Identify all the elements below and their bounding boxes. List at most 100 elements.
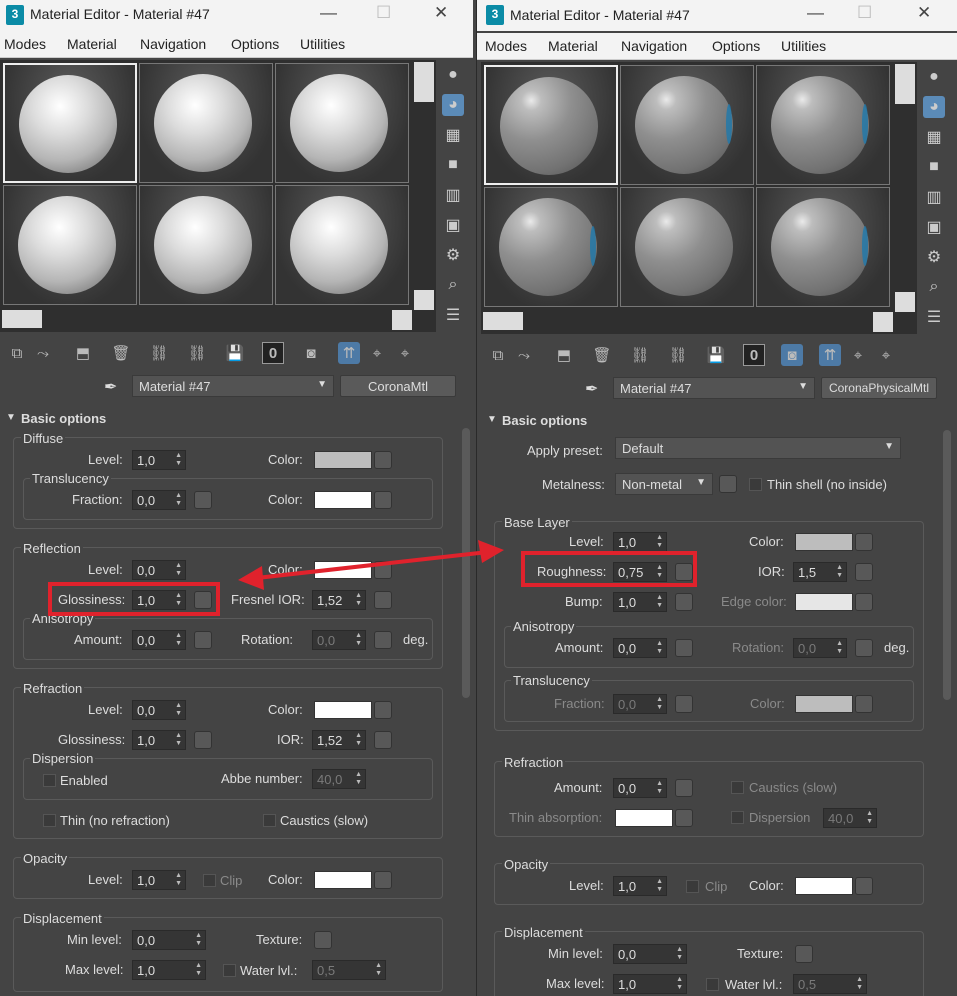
map-button[interactable] — [194, 731, 212, 749]
amount-spinner[interactable]: 0,0 ▲ ▼ — [613, 638, 667, 658]
spinner-arrows-icon[interactable]: ▲ ▼ — [175, 452, 182, 468]
assign-to-selection-icon[interactable]: ⬒ — [72, 342, 94, 364]
map-button[interactable] — [374, 701, 392, 719]
options-icon[interactable]: ⚙ — [442, 244, 464, 266]
thin-checkbox[interactable] — [43, 814, 56, 827]
put-to-scene-icon[interactable]: ⤳ — [32, 342, 54, 364]
panel-scrollbar[interactable] — [943, 430, 951, 700]
map-button[interactable] — [374, 591, 392, 609]
map-button[interactable] — [194, 491, 212, 509]
map-button[interactable] — [675, 639, 693, 657]
video-color-check-icon[interactable]: ▥ — [442, 184, 464, 206]
eyedropper-icon[interactable]: ✒ — [585, 379, 598, 399]
glossiness-spinner[interactable]: 1,0 ▲ ▼ — [132, 730, 186, 750]
max-level-spinner[interactable]: 1,0 ▲ ▼ — [613, 974, 687, 994]
min-level-spinner[interactable]: 0,0 ▲ ▼ — [613, 944, 687, 964]
spinner-arrows-icon[interactable]: ▲ ▼ — [355, 592, 362, 608]
get-material-icon[interactable]: ⧉ — [487, 344, 509, 366]
slot-scrollbar-v[interactable] — [895, 64, 915, 104]
make-preview-icon[interactable]: ▣ — [442, 214, 464, 236]
water-level-spinner[interactable]: 0,5 ▲ ▼ — [793, 974, 867, 994]
slot-scrollbar-h[interactable] — [2, 310, 42, 328]
maximize-icon[interactable]: ☐ — [857, 3, 872, 23]
sample-slot[interactable] — [756, 187, 890, 307]
color-swatch[interactable] — [314, 701, 372, 719]
assign-to-selection-icon[interactable]: ⬒ — [553, 344, 575, 366]
level-spinner[interactable]: 1,0 ▲ ▼ — [132, 450, 186, 470]
bump-spinner[interactable]: 1,0 ▲ ▼ — [613, 592, 667, 612]
ior-spinner[interactable]: 1,52 ▲ ▼ — [312, 730, 366, 750]
menu-navigation[interactable]: Navigation — [140, 36, 206, 52]
spinner-arrows-icon[interactable]: ▲ ▼ — [676, 946, 683, 962]
thin-shell-checkbox[interactable] — [749, 478, 762, 491]
show-in-viewport-icon[interactable]: ◙ — [300, 342, 322, 364]
spinner-arrows-icon[interactable]: ▲ ▼ — [175, 492, 182, 508]
spinner-arrows-icon[interactable]: ▲ ▼ — [656, 534, 663, 550]
thin-absorption-swatch[interactable] — [615, 809, 673, 827]
sample-slot[interactable] — [756, 65, 890, 185]
close-icon[interactable]: ✕ — [434, 3, 448, 23]
uv-tiling-icon[interactable]: ■ — [923, 156, 945, 178]
map-button[interactable] — [374, 451, 392, 469]
amount-spinner[interactable]: 0,0 ▲ ▼ — [613, 778, 667, 798]
eyedropper-icon[interactable]: ✒ — [104, 377, 117, 397]
uv-tiling-icon[interactable]: ■ — [442, 154, 464, 176]
go-to-parent-icon[interactable]: ⌖ — [366, 342, 388, 364]
menu-material[interactable]: Material — [548, 38, 598, 54]
spinner-arrows-icon[interactable]: ▲ ▼ — [175, 872, 182, 888]
spinner-arrows-icon[interactable]: ▲ ▼ — [195, 962, 202, 978]
dispersion-spinner[interactable]: 40,0 ▲ ▼ — [823, 808, 877, 828]
enabled-checkbox[interactable] — [43, 774, 56, 787]
map-button[interactable] — [855, 533, 873, 551]
material-name-field[interactable]: Material #47 ▼ — [613, 377, 815, 399]
material-type-button[interactable]: CoronaPhysicalMtl — [821, 377, 937, 399]
collapse-icon[interactable]: ▼ — [6, 412, 16, 423]
min-level-spinner[interactable]: 0,0 ▲ ▼ — [132, 930, 206, 950]
material-name-field[interactable]: Material #47 ▼ — [132, 375, 334, 397]
spinner-arrows-icon[interactable]: ▲ ▼ — [856, 976, 863, 992]
go-to-parent-icon[interactable]: ⌖ — [847, 344, 869, 366]
rotation-spinner[interactable]: 0,0 ▲ ▼ — [312, 630, 366, 650]
ior-spinner[interactable]: 1,5 ▲ ▼ — [793, 562, 847, 582]
map-button[interactable] — [374, 631, 392, 649]
color-swatch[interactable] — [314, 491, 372, 509]
maximize-icon[interactable]: ☐ — [376, 3, 391, 23]
select-by-material-icon[interactable]: ⌕ — [923, 276, 945, 298]
level-spinner[interactable]: 0,0 ▲ ▼ — [132, 700, 186, 720]
sample-slot[interactable] — [3, 185, 137, 305]
material-navigator-icon[interactable]: ☰ — [923, 306, 945, 328]
amount-spinner[interactable]: 0,0 ▲ ▼ — [132, 630, 186, 650]
max-level-spinner[interactable]: 1,0 ▲ ▼ — [132, 960, 206, 980]
options-icon[interactable]: ⚙ — [923, 246, 945, 268]
caustics-checkbox[interactable] — [731, 781, 744, 794]
spinner-arrows-icon[interactable]: ▲ ▼ — [355, 632, 362, 648]
spinner-arrows-icon[interactable]: ▲ ▼ — [836, 564, 843, 580]
slot-scrollbar-v[interactable] — [414, 62, 434, 102]
water-level-checkbox[interactable] — [223, 964, 236, 977]
rotation-spinner[interactable]: 0,0 ▲ ▼ — [793, 638, 847, 658]
rollout-title[interactable]: Basic options — [21, 411, 106, 426]
map-button[interactable] — [194, 631, 212, 649]
go-forward-sibling-icon[interactable]: ⌖ — [875, 344, 897, 366]
map-button[interactable] — [374, 871, 392, 889]
level-spinner[interactable]: 1,0 ▲ ▼ — [613, 532, 667, 552]
water-level-checkbox[interactable] — [706, 978, 719, 991]
fraction-spinner[interactable]: 0,0 ▲ ▼ — [132, 490, 186, 510]
delete-icon[interactable]: 🗑 — [591, 344, 613, 366]
map-button[interactable] — [855, 639, 873, 657]
level-spinner[interactable]: 1,0 ▲ ▼ — [132, 870, 186, 890]
preset-dropdown[interactable]: Default ▼ — [615, 437, 901, 459]
spinner-arrows-icon[interactable]: ▲ ▼ — [175, 732, 182, 748]
close-icon[interactable]: ✕ — [917, 3, 931, 23]
color-swatch[interactable] — [795, 695, 853, 713]
make-unique-icon[interactable]: ⛓ — [148, 342, 170, 364]
sample-slot[interactable] — [3, 63, 137, 183]
color-swatch[interactable] — [314, 871, 372, 889]
fresnel-ior-spinner[interactable]: 1,52 ▲ ▼ — [312, 590, 366, 610]
map-button[interactable] — [855, 695, 873, 713]
put-to-library-icon[interactable]: ⛓ — [186, 342, 208, 364]
minimize-icon[interactable]: — — [807, 3, 824, 23]
menu-options[interactable]: Options — [712, 38, 760, 54]
rollout-title[interactable]: Basic options — [502, 413, 587, 428]
put-to-scene-icon[interactable]: ⤳ — [513, 344, 535, 366]
